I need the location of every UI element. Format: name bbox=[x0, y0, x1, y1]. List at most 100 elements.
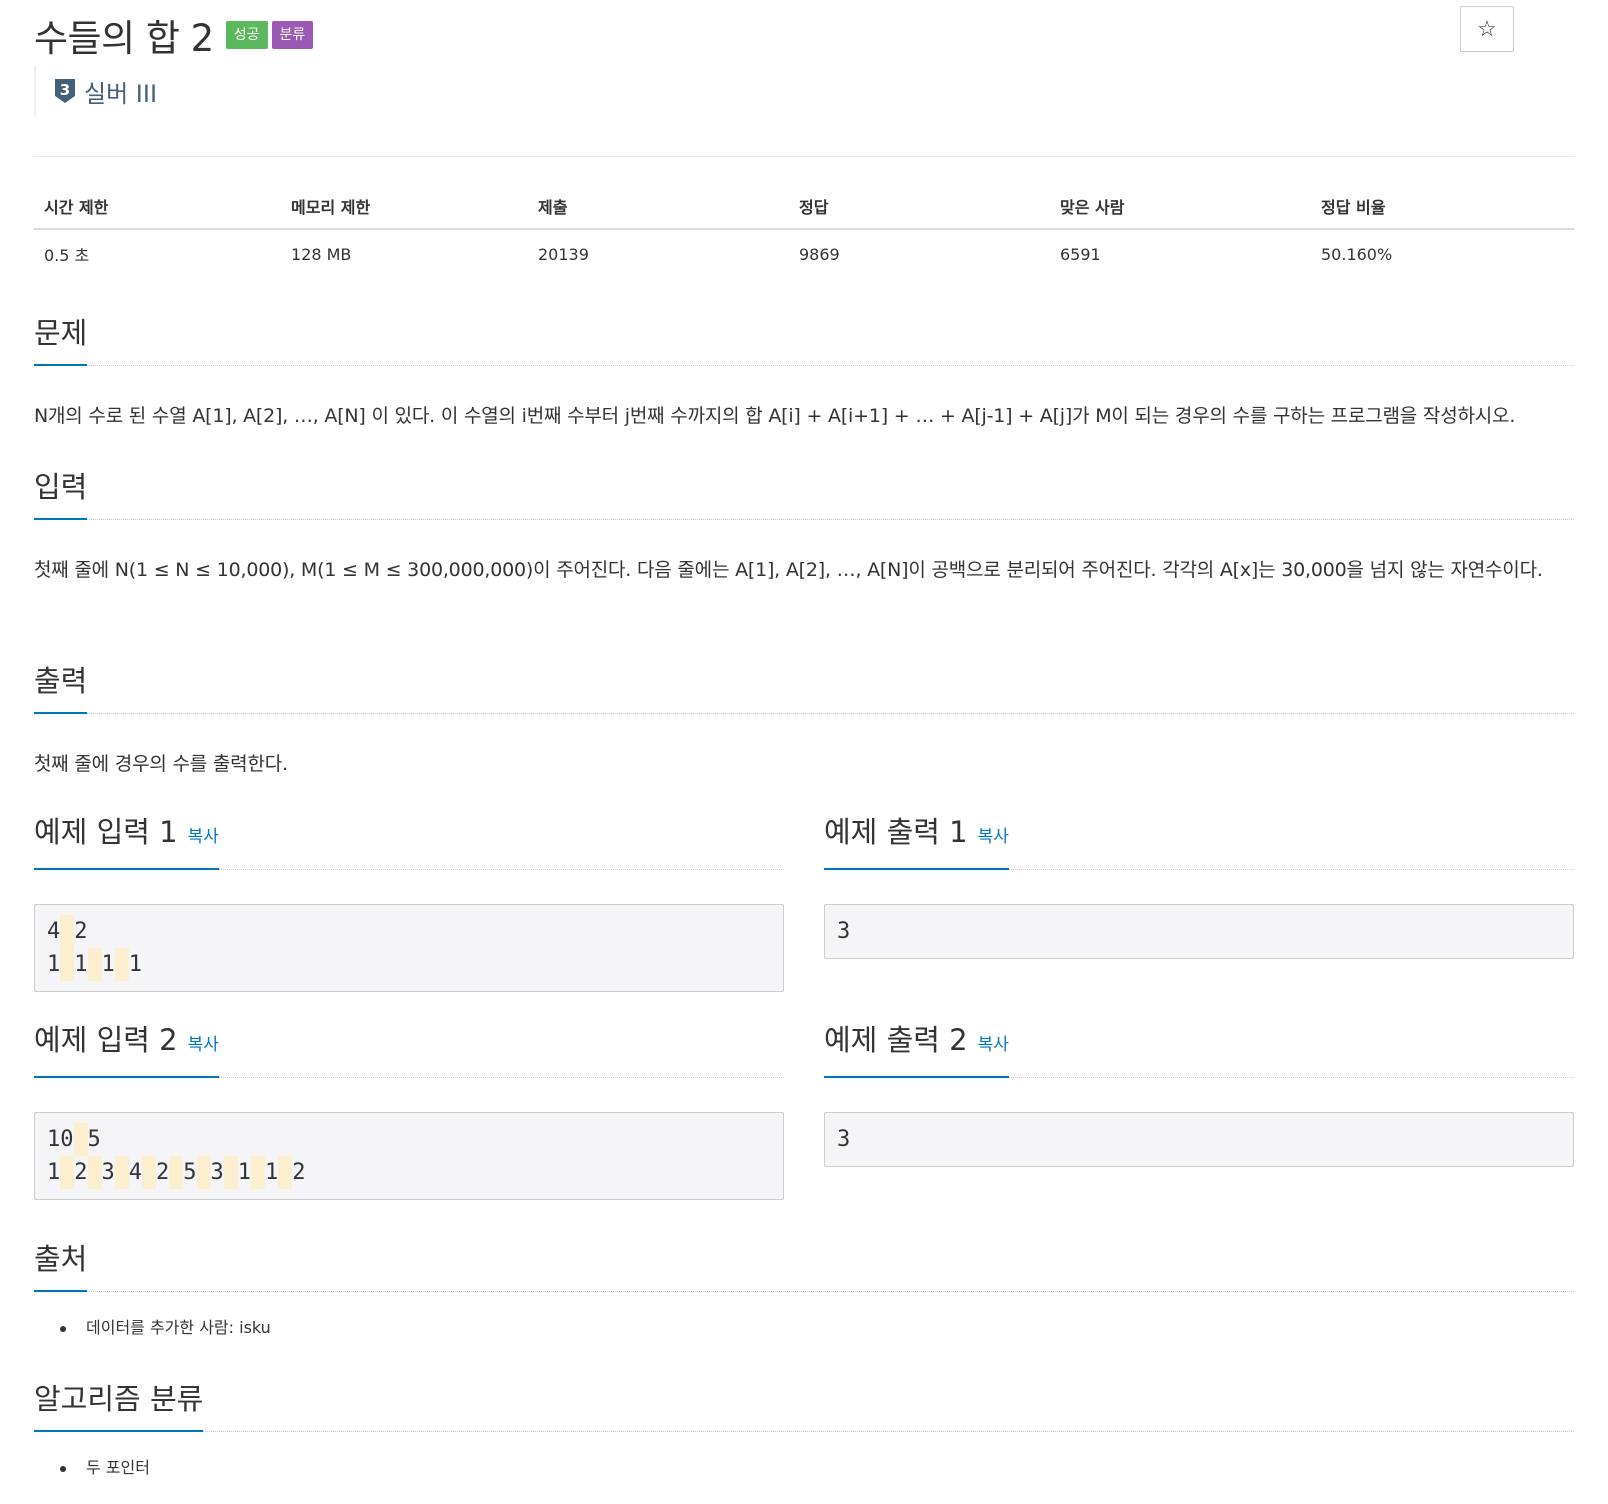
source-section: 출처 데이터를 추가한 사람: isku bbox=[34, 1240, 1574, 1342]
source-item[interactable]: 데이터를 추가한 사람: isku bbox=[60, 1314, 1574, 1342]
whitespace-marker bbox=[60, 915, 75, 948]
stats-time-limit: 0.5 초 bbox=[44, 246, 90, 265]
sample-line: 4 2 bbox=[47, 915, 771, 948]
copy-sample-output-1-button[interactable]: 복사 bbox=[978, 827, 1009, 847]
stats-header-accepted: 정답 bbox=[799, 198, 829, 217]
whitespace-marker bbox=[73, 1123, 88, 1156]
sample-line: 1 1 1 1 bbox=[47, 948, 771, 981]
stats-submissions: 20139 bbox=[538, 244, 589, 264]
stats-header-solved: 맞은 사람 bbox=[1060, 198, 1125, 217]
stats-header-time: 시간 제한 bbox=[44, 198, 109, 217]
sample-token: 3 bbox=[837, 1127, 851, 1152]
sample-output-1: 예제 출력 1 복사 3 bbox=[824, 815, 1574, 959]
sample-output-2: 예제 출력 2 복사 3 bbox=[824, 1023, 1574, 1167]
problem-description-section: 문제 N개의 수로 된 수열 A[1], A[2], …, A[N] 이 있다.… bbox=[34, 314, 1574, 436]
sample-token: 2 bbox=[74, 919, 88, 944]
sample-line: 10 5 bbox=[47, 1123, 771, 1156]
whitespace-marker bbox=[60, 948, 75, 981]
whitespace-marker bbox=[87, 1156, 102, 1189]
sample-token: 5 bbox=[87, 1127, 101, 1152]
sample-line: 3 bbox=[837, 1123, 1561, 1156]
tier-box: 3 실버 III bbox=[34, 66, 157, 116]
copy-sample-input-1-button[interactable]: 복사 bbox=[188, 827, 219, 847]
sample-token: 2 bbox=[156, 1160, 170, 1185]
sample-output-2-box[interactable]: 3 bbox=[824, 1112, 1574, 1167]
success-badge[interactable]: 성공 bbox=[225, 21, 268, 49]
sample-input-2: 예제 입력 2 복사 10 51 2 3 4 2 5 3 1 1 2 bbox=[34, 1023, 784, 1200]
input-description-text: 첫째 줄에 N(1 ≤ N ≤ 10,000), M(1 ≤ M ≤ 300,0… bbox=[34, 559, 1543, 581]
sample-token: 1 bbox=[101, 952, 115, 977]
tier-link[interactable]: 실버 III bbox=[84, 74, 157, 109]
stats-header-ratio: 정답 비율 bbox=[1321, 198, 1386, 217]
problem-description-text: N개의 수로 된 수열 A[1], A[2], …, A[N] 이 있다. 이 … bbox=[34, 405, 1516, 427]
header-divider bbox=[34, 156, 1574, 157]
sample-token: 1 bbox=[47, 1160, 61, 1185]
algorithm-list: 두 포인터 bbox=[60, 1454, 1574, 1482]
sample-token: 4 bbox=[47, 919, 61, 944]
section-title: 문제 bbox=[34, 316, 88, 366]
stats-ratio: 50.160% bbox=[1321, 244, 1393, 264]
whitespace-marker bbox=[196, 1156, 211, 1189]
output-section: 출력 첫째 줄에 경우의 수를 출력한다. bbox=[34, 662, 1574, 784]
stats-value-row: 0.5 초 128 MB 20139 9869 6591 50.160% bbox=[34, 230, 1574, 278]
silver-tier-icon: 3 bbox=[55, 79, 75, 103]
sample-input-2-title: 예제 입력 2 bbox=[34, 1023, 178, 1057]
section-title: 알고리즘 분류 bbox=[34, 1382, 204, 1432]
sample-output-1-title: 예제 출력 1 bbox=[824, 815, 968, 849]
sample-line: 1 2 3 4 2 5 3 1 1 2 bbox=[47, 1156, 771, 1189]
sample-token: 1 bbox=[237, 1160, 251, 1185]
sample-token: 1 bbox=[74, 952, 88, 977]
section-title: 입력 bbox=[34, 470, 88, 520]
sample-token: 4 bbox=[128, 1160, 142, 1185]
stats-memory-limit: 128 MB bbox=[291, 244, 352, 264]
copy-sample-output-2-button[interactable]: 복사 bbox=[978, 1035, 1009, 1055]
sample-token: 3 bbox=[837, 919, 851, 944]
whitespace-marker bbox=[251, 1156, 265, 1189]
source-list: 데이터를 추가한 사람: isku bbox=[60, 1314, 1574, 1342]
category-badge[interactable]: 분류 bbox=[271, 21, 314, 49]
algorithm-tag[interactable]: 두 포인터 bbox=[60, 1454, 1574, 1482]
whitespace-marker bbox=[87, 948, 102, 981]
whitespace-marker bbox=[169, 1156, 184, 1189]
sample-input-1: 예제 입력 1 복사 4 21 1 1 1 bbox=[34, 815, 784, 992]
whitespace-marker bbox=[114, 1156, 129, 1189]
sample-input-1-title: 예제 입력 1 bbox=[34, 815, 178, 849]
whitespace-marker bbox=[114, 948, 129, 981]
sample-output-2-title: 예제 출력 2 bbox=[824, 1023, 968, 1057]
sample-output-1-box[interactable]: 3 bbox=[824, 904, 1574, 959]
stats-accepted: 9869 bbox=[799, 244, 840, 264]
whitespace-marker bbox=[223, 1156, 238, 1189]
stats-header-row: 시간 제한 메모리 제한 제출 정답 맞은 사람 정답 비율 bbox=[34, 184, 1574, 230]
input-section: 입력 첫째 줄에 N(1 ≤ N ≤ 10,000), M(1 ≤ M ≤ 30… bbox=[34, 468, 1574, 590]
sample-token: 3 bbox=[101, 1160, 115, 1185]
problem-stats-table: 시간 제한 메모리 제한 제출 정답 맞은 사람 정답 비율 0.5 초 128… bbox=[34, 184, 1574, 278]
stats-header-memory: 메모리 제한 bbox=[291, 198, 371, 217]
sample-line: 3 bbox=[837, 915, 1561, 948]
section-title: 출처 bbox=[34, 1242, 88, 1292]
title-row: 수들의 합 2 성공 분류 bbox=[34, 8, 314, 62]
section-title: 출력 bbox=[34, 664, 88, 714]
sample-input-1-box[interactable]: 4 21 1 1 1 bbox=[34, 904, 784, 992]
favorite-button[interactable]: ☆ bbox=[1460, 6, 1514, 52]
sample-token: 3 bbox=[210, 1160, 224, 1185]
sample-input-2-box[interactable]: 10 51 2 3 4 2 5 3 1 1 2 bbox=[34, 1112, 784, 1200]
sample-token: 2 bbox=[74, 1160, 88, 1185]
whitespace-marker bbox=[60, 1156, 75, 1189]
output-description-text: 첫째 줄에 경우의 수를 출력한다. bbox=[34, 753, 288, 775]
sample-token: 10 bbox=[47, 1127, 74, 1152]
whitespace-marker bbox=[278, 1156, 293, 1189]
problem-page: 수들의 합 2 성공 분류 ☆ 3 실버 III 시간 제한 메모리 제한 제출… bbox=[0, 0, 1608, 1504]
sample-token: 1 bbox=[128, 952, 142, 977]
tier-number: 3 bbox=[60, 81, 70, 99]
problem-title: 수들의 합 2 bbox=[34, 17, 214, 60]
stats-solvers: 6591 bbox=[1060, 244, 1101, 264]
sample-token: 5 bbox=[183, 1160, 197, 1185]
sample-token: 2 bbox=[292, 1160, 306, 1185]
algorithm-section: 알고리즘 분류 두 포인터 bbox=[34, 1380, 1574, 1482]
whitespace-marker bbox=[142, 1156, 156, 1189]
stats-header-submit: 제출 bbox=[538, 198, 568, 217]
sample-token: 1 bbox=[47, 952, 61, 977]
copy-sample-input-2-button[interactable]: 복사 bbox=[188, 1035, 219, 1055]
sample-token: 1 bbox=[265, 1160, 279, 1185]
star-icon: ☆ bbox=[1477, 16, 1497, 41]
